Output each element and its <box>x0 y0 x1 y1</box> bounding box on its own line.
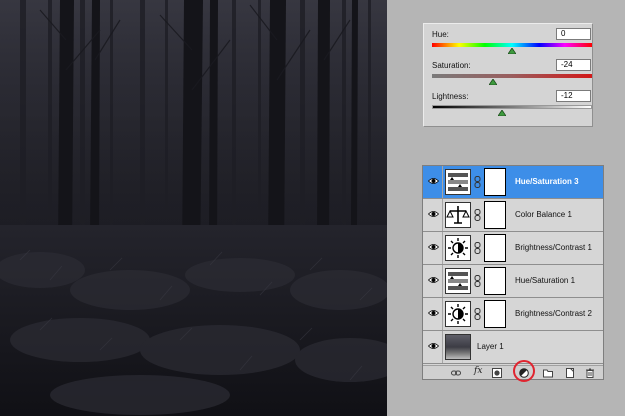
new-layer-icon[interactable] <box>565 368 575 378</box>
layer-name: Layer 1 <box>477 342 504 351</box>
adjustment-icon[interactable] <box>519 368 529 378</box>
layer-mask-thumbnail[interactable] <box>484 267 506 295</box>
image-canvas[interactable] <box>0 0 387 416</box>
layer-mask-thumbnail[interactable] <box>484 300 506 328</box>
layer-row-brightness-contrast-2[interactable]: Brightness/Contrast 2 <box>423 298 603 331</box>
eye-icon <box>428 211 439 217</box>
mask-icon[interactable] <box>492 368 502 378</box>
layer-row-hue-saturation-1[interactable]: Hue/Saturation 1 <box>423 265 603 298</box>
hue-value-field[interactable]: 0 <box>556 28 591 40</box>
eye-icon <box>428 343 439 349</box>
visibility-toggle[interactable] <box>423 265 443 297</box>
eye-icon <box>428 277 439 283</box>
trash-icon[interactable] <box>585 368 595 378</box>
lightness-value-field[interactable]: -12 <box>556 90 591 102</box>
layer-name: Hue/Saturation 3 <box>515 177 579 186</box>
hue-slider-thumb[interactable] <box>508 48 516 54</box>
forest-photo <box>0 0 387 416</box>
chain-link-icon[interactable] <box>474 176 481 188</box>
layer-mask-thumbnail[interactable] <box>484 234 506 262</box>
lightness-slider-track[interactable] <box>432 105 592 109</box>
layers-panel: Hue/Saturation 3 Color Balance 1 Brightn… <box>422 165 604 382</box>
hue-slider-track[interactable] <box>432 43 592 47</box>
visibility-toggle[interactable] <box>423 199 443 231</box>
hue-saturation-panel: Hue: 0 Saturation: -24 Lightness: -12 <box>423 23 593 127</box>
visibility-toggle[interactable] <box>423 232 443 264</box>
chain-link-icon[interactable] <box>474 209 481 221</box>
layer-row-layer-1[interactable]: Layer 1 <box>423 331 603 364</box>
layer-mask-thumbnail[interactable] <box>484 201 506 229</box>
fx-icon[interactable]: fx <box>474 366 482 376</box>
layers-toolbar: fx <box>423 360 603 382</box>
saturation-label: Saturation: <box>432 61 471 70</box>
hue-saturation-adjustment-icon <box>445 268 471 294</box>
layer-row-color-balance-1[interactable]: Color Balance 1 <box>423 199 603 232</box>
visibility-toggle[interactable] <box>423 298 443 330</box>
layer-name: Color Balance 1 <box>515 210 572 219</box>
group-icon[interactable] <box>543 368 553 378</box>
layer-name: Brightness/Contrast 1 <box>515 243 592 252</box>
side-panels: Hue: 0 Saturation: -24 Lightness: -12 Hu… <box>387 0 625 416</box>
hue-label: Hue: <box>432 30 449 39</box>
layer-mask-thumbnail[interactable] <box>484 168 506 196</box>
chain-link-icon[interactable] <box>474 275 481 287</box>
visibility-toggle[interactable] <box>423 331 443 363</box>
layer-name: Hue/Saturation 1 <box>515 276 576 285</box>
saturation-slider-thumb[interactable] <box>488 79 497 85</box>
layer-thumbnail <box>445 334 471 360</box>
layer-row-hue-saturation-3[interactable]: Hue/Saturation 3 <box>423 166 603 199</box>
lightness-slider-thumb[interactable] <box>498 110 507 116</box>
chain-link-icon[interactable] <box>474 242 481 254</box>
link-icon[interactable] <box>451 368 461 378</box>
lightness-label: Lightness: <box>432 92 469 101</box>
saturation-slider-track[interactable] <box>432 74 592 78</box>
hue-saturation-adjustment-icon <box>445 169 471 195</box>
eye-icon <box>428 310 439 316</box>
eye-icon <box>428 244 439 250</box>
chain-link-icon[interactable] <box>474 308 481 320</box>
eye-icon <box>428 178 439 184</box>
layer-name: Brightness/Contrast 2 <box>515 309 592 318</box>
layer-row-brightness-contrast-1[interactable]: Brightness/Contrast 1 <box>423 232 603 265</box>
brightness-contrast-adjustment-icon <box>445 301 471 327</box>
brightness-contrast-adjustment-icon <box>445 235 471 261</box>
saturation-value-field[interactable]: -24 <box>556 59 591 71</box>
visibility-toggle[interactable] <box>423 166 443 198</box>
color-balance-adjustment-icon <box>445 202 471 228</box>
